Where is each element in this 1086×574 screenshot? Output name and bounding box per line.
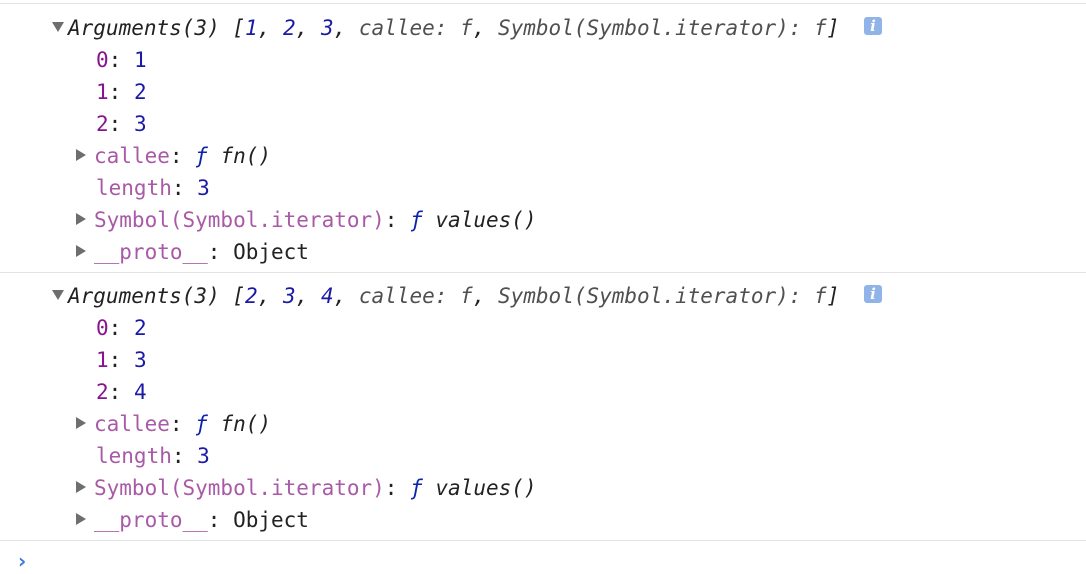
info-icon[interactable]: i [864, 285, 883, 303]
function-keyword: ƒ [195, 412, 208, 436]
preview-iterator: Symbol(Symbol.iterator): f [497, 284, 827, 308]
bracket-close: ] [826, 16, 840, 40]
function-keyword: ƒ [195, 144, 208, 168]
entry-separator [0, 272, 1086, 273]
index-key: 2 [96, 112, 109, 136]
index-key: 0 [96, 316, 109, 340]
collapsed-triangle-icon[interactable] [76, 149, 86, 161]
callee-row[interactable]: callee: ƒ fn() [0, 408, 1086, 440]
bracket-open: [ [232, 284, 246, 308]
collapsed-triangle-icon[interactable] [76, 481, 86, 493]
length-row: length: 3 [96, 176, 210, 200]
length-key: length [96, 176, 172, 200]
array-item-row: 1: 3 [96, 348, 147, 372]
top-border [0, 3, 1086, 4]
proto-row[interactable]: __proto__: Object [0, 236, 1086, 268]
index-value: 3 [133, 348, 147, 372]
proto-key: __proto__ [94, 240, 208, 264]
proto-value: Object [233, 508, 309, 532]
preview-value: 3 [320, 16, 334, 40]
info-icon[interactable]: i [864, 17, 883, 35]
array-item-row: 0: 2 [96, 316, 147, 340]
index-key: 0 [96, 48, 109, 72]
entry-separator [0, 540, 1086, 541]
iterator-row[interactable]: Symbol(Symbol.iterator): ƒ values() [0, 204, 1086, 236]
expanded-triangle-icon[interactable] [52, 22, 64, 32]
array-item-row: 2: 3 [96, 112, 147, 136]
preview-callee: callee: f [358, 16, 473, 40]
array-item-row: 2: 4 [96, 380, 147, 404]
preview-value: 2 [282, 16, 296, 40]
function-keyword: ƒ [410, 208, 423, 232]
callee-value: fn() [220, 412, 272, 436]
proto-key: __proto__ [94, 508, 208, 532]
callee-key: callee [94, 412, 170, 436]
preview-iterator: Symbol(Symbol.iterator): f [497, 16, 827, 40]
array-item-row: 1: 2 [96, 80, 147, 104]
arguments-summary-row[interactable]: Arguments(3) [1, 2, 3, callee: f, Symbol… [0, 12, 1086, 44]
index-key: 1 [96, 348, 109, 372]
bracket-open: [ [232, 16, 246, 40]
callee-key: callee [94, 144, 170, 168]
array-item-row: 0: 1 [96, 48, 147, 72]
arguments-summary-row[interactable]: Arguments(3) [2, 3, 4, callee: f, Symbol… [0, 280, 1086, 312]
collapsed-triangle-icon[interactable] [76, 513, 86, 525]
console-prompt-icon[interactable]: › [18, 549, 26, 573]
preview-value: 1 [245, 16, 258, 40]
index-value: 3 [133, 112, 147, 136]
iterator-value: values() [435, 208, 537, 232]
length-row: length: 3 [96, 444, 210, 468]
preview-value: 3 [282, 284, 296, 308]
index-value: 4 [133, 380, 147, 404]
preview-value: 4 [320, 284, 334, 308]
collapsed-triangle-icon[interactable] [76, 245, 86, 257]
object-name: Arguments(3) [68, 284, 220, 308]
index-key: 1 [96, 80, 109, 104]
proto-value: Object [233, 240, 309, 264]
function-keyword: ƒ [410, 476, 423, 500]
length-value: 3 [197, 176, 210, 200]
index-key: 2 [96, 380, 109, 404]
console-log-entry: Arguments(3) [1, 2, 3, callee: f, Symbol… [0, 12, 1086, 268]
collapsed-triangle-icon[interactable] [76, 213, 86, 225]
iterator-row[interactable]: Symbol(Symbol.iterator): ƒ values() [0, 472, 1086, 504]
length-value: 3 [197, 444, 210, 468]
bracket-close: ] [826, 284, 840, 308]
console-log-entry: Arguments(3) [2, 3, 4, callee: f, Symbol… [0, 280, 1086, 536]
preview-callee: callee: f [358, 284, 473, 308]
collapsed-triangle-icon[interactable] [76, 417, 86, 429]
index-value: 2 [133, 316, 147, 340]
index-value: 2 [133, 80, 147, 104]
length-key: length [96, 444, 172, 468]
callee-row[interactable]: callee: ƒ fn() [0, 140, 1086, 172]
object-name: Arguments(3) [68, 16, 220, 40]
index-value: 1 [133, 48, 147, 72]
callee-value: fn() [220, 144, 272, 168]
iterator-value: values() [435, 476, 537, 500]
expanded-triangle-icon[interactable] [52, 290, 64, 300]
preview-value: 2 [245, 284, 258, 308]
proto-row[interactable]: __proto__: Object [0, 504, 1086, 536]
iterator-key: Symbol(Symbol.iterator) [94, 476, 385, 500]
iterator-key: Symbol(Symbol.iterator) [94, 208, 385, 232]
